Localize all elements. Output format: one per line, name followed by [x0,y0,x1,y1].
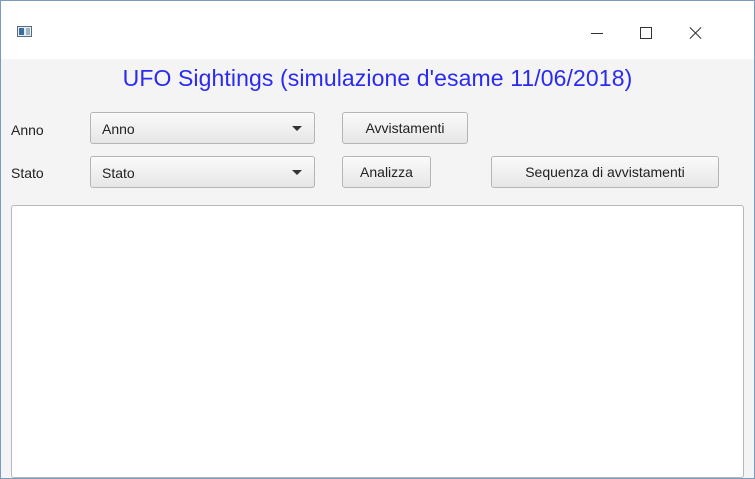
stato-combobox[interactable]: Stato [90,156,315,188]
page-title: UFO Sightings (simulazione d'esame 11/06… [122,65,633,91]
stato-combobox-value: Stato [102,165,135,181]
maximize-icon [640,27,652,39]
output-textarea[interactable] [11,205,744,478]
chevron-down-icon [292,170,302,175]
title-bar[interactable] [1,1,754,59]
maximize-button[interactable] [623,15,669,51]
minimize-icon [591,32,603,34]
avvistamenti-button[interactable]: Avvistamenti [342,112,468,144]
chevron-down-icon [292,126,302,131]
anno-combobox-value: Anno [102,121,135,137]
close-button[interactable] [673,15,719,51]
minimize-button[interactable] [574,15,620,51]
sequenza-avvistamenti-button[interactable]: Sequenza di avvistamenti [491,156,719,188]
main-content: UFO Sightings (simulazione d'esame 11/06… [1,59,754,478]
anno-combobox[interactable]: Anno [90,112,315,144]
close-icon [689,26,703,40]
app-icon [17,26,32,37]
stato-label: Stato [11,165,44,181]
analizza-button[interactable]: Analizza [342,156,431,188]
app-window: UFO Sightings (simulazione d'esame 11/06… [0,0,755,479]
anno-label: Anno [11,122,44,138]
